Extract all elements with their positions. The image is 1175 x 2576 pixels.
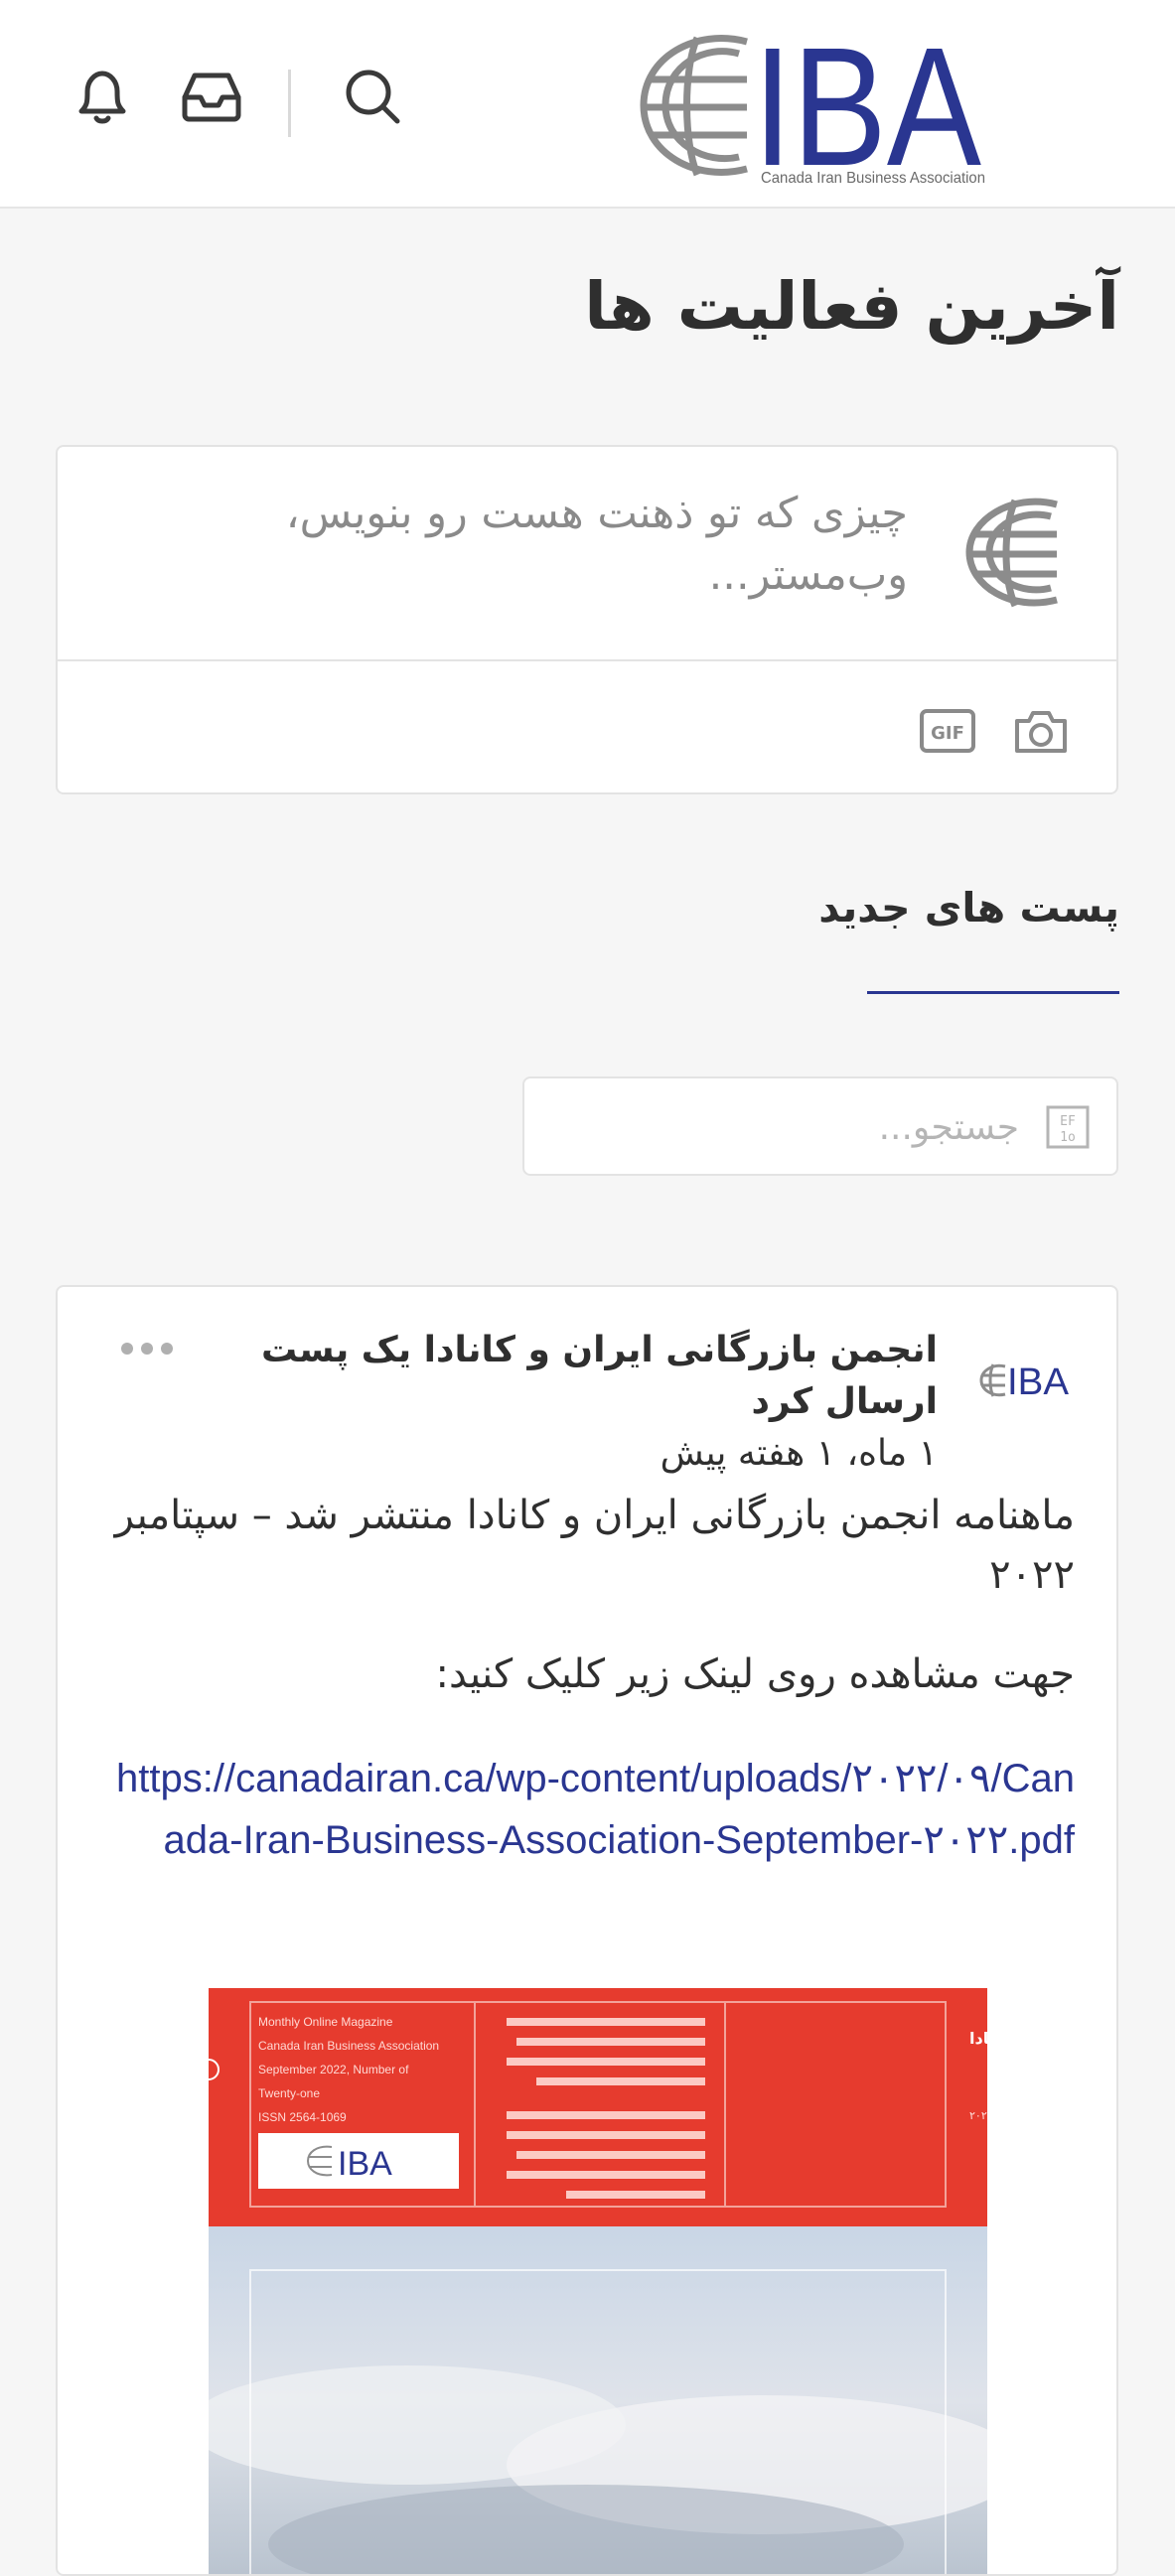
logo-text: IBA	[753, 20, 982, 189]
more-options-icon[interactable]	[117, 1337, 177, 1360]
camera-icon[interactable]	[1011, 701, 1071, 761]
post-author-line[interactable]: انجمن بازرگانی ایران و کانادا یک پست ارس…	[183, 1325, 938, 1428]
cover-en-line: Canada Iran Business Association	[258, 2039, 439, 2053]
post-timestamp[interactable]: ۱ ماه، ۱ هفته پیش	[183, 1428, 938, 1480]
composer-divider	[58, 659, 1116, 661]
magazine-cover-image[interactable]: Monthly Online Magazine Canada Iran Busi…	[209, 1988, 987, 2574]
gif-icon[interactable]: GIF	[918, 701, 977, 761]
cover-en-line: Twenty-one	[258, 2086, 320, 2100]
cover-en-line: ISSN 2564-1069	[258, 2110, 347, 2124]
svg-text:1o: 1o	[1060, 1130, 1076, 1145]
post-composer: چیزی که تو ذهنت هست رو بنویس، وب‌مستر...…	[56, 445, 1118, 794]
page-title: آخرین فعالیت ها	[584, 268, 1119, 345]
search-icon[interactable]	[338, 62, 407, 131]
post-meta: انجمن بازرگانی ایران و کانادا یک پست ارس…	[183, 1325, 938, 1480]
svg-text:IBA: IBA	[1007, 1361, 1070, 1403]
post-paragraph: ماهنامه انجمن بازرگانی ایران و کانادا من…	[114, 1493, 1075, 1598]
cover-badge-text: IBA	[338, 2145, 392, 2183]
search-filter-icon[interactable]: EF 1o	[1045, 1104, 1091, 1150]
header-divider	[288, 70, 291, 137]
user-avatar[interactable]	[961, 491, 1065, 614]
post-paragraph: جهت مشاهده روی لینک زیر کلیک کنید:	[435, 1651, 1075, 1697]
tab-new-posts[interactable]: پست های جدید	[722, 884, 1119, 931]
svg-text:EF: EF	[1060, 1114, 1076, 1129]
search-box: EF 1o	[522, 1076, 1118, 1176]
svg-text:GIF: GIF	[931, 723, 964, 744]
cover-en-line: Monthly Online Magazine	[258, 2015, 393, 2029]
site-logo[interactable]: IBA Canada Iran Business Association	[636, 13, 993, 202]
top-header: IBA Canada Iran Business Association	[0, 0, 1175, 209]
cover-issue-line: شماره بیست و یکم - سپتامبر ۲۰۲۲	[969, 2109, 987, 2122]
notifications-icon[interactable]	[68, 62, 137, 131]
post-pdf-link[interactable]: https://canadairan.ca/wp-content/uploads…	[111, 1748, 1075, 1871]
composer-input[interactable]: چیزی که تو ذهنت هست رو بنویس، وب‌مستر...	[213, 483, 908, 606]
inbox-icon[interactable]	[177, 62, 246, 131]
search-input[interactable]	[580, 1096, 1021, 1158]
activity-post: IBA انجمن بازرگانی ایران و کانادا یک پست…	[56, 1285, 1118, 2576]
logo-subtitle: Canada Iran Business Association	[761, 170, 985, 187]
post-author-avatar[interactable]: IBA	[975, 1331, 1075, 1430]
globe-logo-icon	[640, 35, 748, 177]
cover-en-line: September 2022, Number of	[258, 2063, 409, 2076]
active-tab-indicator	[867, 991, 1119, 994]
cover-magazine-title: ماهنامه انجمن بازرگانی ایران و کانادا	[969, 2029, 987, 2048]
